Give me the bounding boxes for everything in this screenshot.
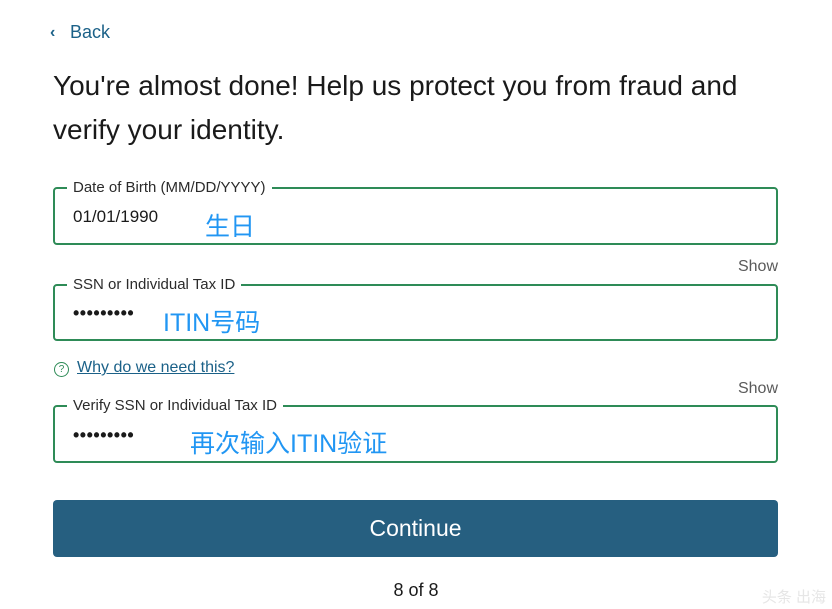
watermark: 头条 出海 [761,589,826,606]
ssn-field[interactable]: SSN or Individual Tax ID ••••••••• [53,275,778,341]
ssn-annotation: ITIN号码 [163,309,261,337]
question-circle-icon: ? [54,361,69,377]
verify-ssn-field[interactable]: Verify SSN or Individual Tax ID ••••••••… [53,396,778,463]
dob-field-label: Date of Birth (MM/DD/YYYY) [67,178,272,198]
page-title: You're almost done! Help us protect you … [53,70,738,145]
identity-verification-page: ‹ Back You're almost done! Help us prote… [0,0,832,609]
chevron-left-icon: ‹ [50,23,56,41]
why-need-this[interactable]: ? Why do we need this? [54,359,234,377]
ssn-field-label: SSN or Individual Tax ID [67,275,242,295]
back-link[interactable]: ‹ Back [50,22,110,43]
ssn-field-value: ••••••••• [73,303,135,323]
verify-ssn-field-value: ••••••••• [73,425,135,445]
verify-ssn-show-toggle[interactable]: Show [738,380,778,398]
back-label: Back [70,22,111,42]
verify-ssn-field-label: Verify SSN or Individual Tax ID [67,396,283,416]
dob-field[interactable]: Date of Birth (MM/DD/YYYY) 01/01/1990 [53,178,778,245]
verify-ssn-annotation: 再次输入ITIN验证 [190,430,388,458]
dob-annotation: 生日 [205,213,256,241]
continue-button[interactable]: Continue [53,500,778,557]
ssn-show-toggle[interactable]: Show [738,258,778,276]
why-need-this-link[interactable]: Why do we need this? [77,359,234,377]
step-progress: 8 of 8 [393,580,439,600]
dob-field-value: 01/01/1990 [73,207,159,226]
